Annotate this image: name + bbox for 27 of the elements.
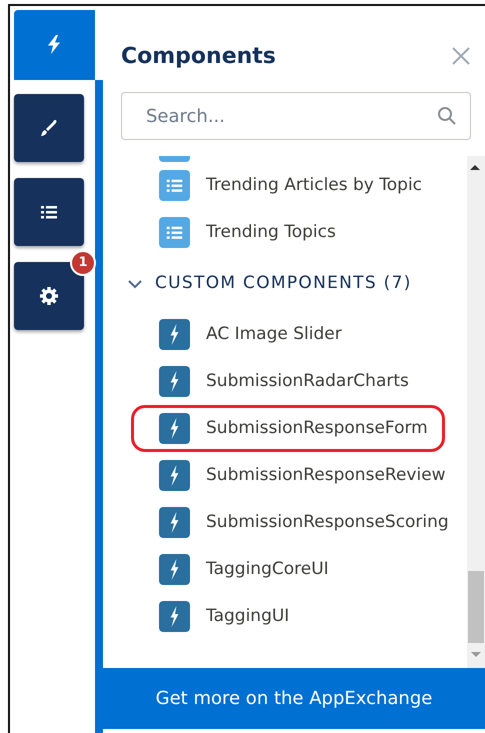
component-item[interactable]: SubmissionResponseReview [103, 452, 467, 499]
component-item[interactable]: SubmissionResponseForm [131, 405, 445, 452]
list-icon [159, 170, 190, 201]
lightning-icon [159, 413, 190, 444]
close-icon[interactable] [451, 46, 471, 66]
list-icon [159, 217, 190, 248]
search-icon [437, 106, 457, 126]
lightning-icon [159, 319, 190, 350]
component-item[interactable]: Trending Topics [103, 209, 467, 256]
search-field[interactable]: Search... [121, 92, 471, 140]
component-item[interactable]: TaggingCoreUI [103, 546, 467, 593]
sidebar-tab[interactable] [14, 178, 84, 246]
component-item[interactable]: SubmissionResponseScoring [103, 499, 467, 546]
lightning-icon [159, 554, 190, 585]
lightning-icon [159, 507, 190, 538]
scrollbar[interactable] [467, 156, 485, 668]
notification-badge: 1 [70, 250, 96, 276]
lightning-icon [159, 460, 190, 491]
section-heading: CUSTOM COMPONENTS (7) [155, 272, 412, 295]
component-item[interactable]: AC Image Slider [103, 311, 467, 358]
panel-title: Components [121, 42, 276, 70]
component-item[interactable]: Trending Articles by Topic [103, 162, 467, 209]
component-item[interactable]: SubmissionRadarCharts [103, 358, 467, 405]
scrollbar-thumb[interactable] [468, 571, 484, 643]
component-item[interactable]: TaggingUI [103, 593, 467, 640]
lightning-icon [159, 601, 190, 632]
lightning-icon [159, 366, 190, 397]
